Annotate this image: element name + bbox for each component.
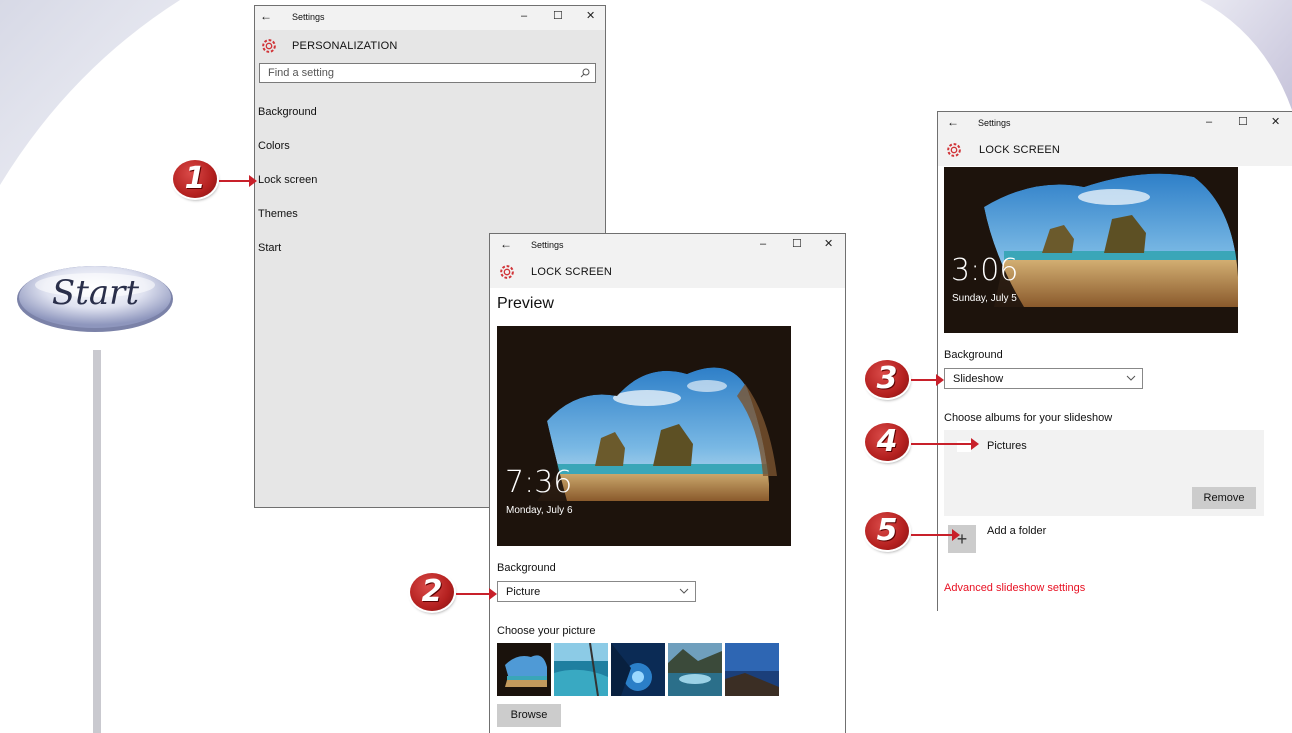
browse-button[interactable]: Browse xyxy=(497,704,561,727)
title-bar: ← Settings – ☐ ✕ xyxy=(938,112,1292,136)
close-button[interactable]: ✕ xyxy=(1271,116,1280,129)
picture-thumbnail-coast[interactable] xyxy=(725,643,779,696)
step-arrow-5 xyxy=(911,529,960,541)
preview-heading: Preview xyxy=(497,295,554,312)
background-dropdown-value: Picture xyxy=(506,586,541,598)
nav-item-colors[interactable]: Colors xyxy=(258,140,290,152)
close-button[interactable]: ✕ xyxy=(824,238,833,251)
remove-button[interactable]: Remove xyxy=(1192,487,1256,509)
picture-thumbnail-underwater[interactable] xyxy=(611,643,665,696)
album-list: Pictures Remove xyxy=(944,430,1264,516)
choose-picture-label: Choose your picture xyxy=(497,625,596,637)
step-arrow-1 xyxy=(219,175,257,187)
title-bar: ← Settings – ☐ ✕ xyxy=(255,6,605,30)
picture-thumbnail-cave[interactable] xyxy=(497,643,551,696)
settings-header: LOCK SCREEN xyxy=(490,258,845,288)
add-folder-label: Add a folder xyxy=(987,525,1047,537)
advanced-slideshow-link[interactable]: Advanced slideshow settings xyxy=(944,582,1085,594)
step-number: 2 xyxy=(421,574,443,609)
step-arrow-4 xyxy=(911,438,979,450)
title-bar: ← Settings – ☐ ✕ xyxy=(490,234,845,258)
step-marker-3: 3 xyxy=(865,360,913,400)
maximize-button[interactable]: ☐ xyxy=(1238,116,1248,129)
nav-item-start[interactable]: Start xyxy=(258,242,281,254)
lock-time: 7:36 xyxy=(505,465,573,500)
step-number: 4 xyxy=(876,424,898,459)
picture-thumbnail-lake[interactable] xyxy=(668,643,722,696)
background-dropdown[interactable]: Picture xyxy=(497,581,696,602)
step-arrow-2 xyxy=(456,588,497,600)
start-label: Start xyxy=(51,273,140,313)
search-placeholder: Find a setting xyxy=(268,67,335,79)
minimize-button[interactable]: – xyxy=(760,238,766,251)
maximize-button[interactable]: ☐ xyxy=(792,238,802,251)
nav-item-background[interactable]: Background xyxy=(258,106,317,118)
album-item-pictures[interactable]: Pictures xyxy=(957,440,1157,456)
back-arrow-icon[interactable]: ← xyxy=(947,115,959,129)
lock-time: 3:06 xyxy=(951,253,1019,288)
search-icon xyxy=(580,68,590,78)
step-number: 1 xyxy=(184,161,206,196)
maximize-button[interactable]: ☐ xyxy=(553,10,563,23)
page-title: LOCK SCREEN xyxy=(979,144,1061,156)
minimize-button[interactable]: – xyxy=(1206,116,1212,129)
add-folder-button[interactable]: + Add a folder xyxy=(944,523,1094,553)
lock-screen-window-slideshow: ← Settings – ☐ ✕ LOCK SCREEN 3:06 Sunday… xyxy=(937,111,1292,611)
nav-item-lock-screen[interactable]: Lock screen xyxy=(258,174,317,186)
page-title: LOCK SCREEN xyxy=(531,266,613,278)
picture-thumbnail-sea[interactable] xyxy=(554,643,608,696)
lock-screen-preview-image: 7:36 Monday, July 6 xyxy=(497,326,791,546)
gear-icon xyxy=(500,265,514,279)
search-input[interactable]: Find a setting xyxy=(259,63,596,83)
step-number: 5 xyxy=(876,513,898,548)
step-marker-1: 1 xyxy=(173,160,221,200)
nav-item-themes[interactable]: Themes xyxy=(258,208,298,220)
step-marker-5: 5 xyxy=(865,512,913,552)
settings-header: LOCK SCREEN xyxy=(938,136,1292,166)
step-marker-4: 4 xyxy=(865,423,913,463)
back-arrow-icon[interactable]: ← xyxy=(500,237,512,251)
album-item-label: Pictures xyxy=(987,440,1027,452)
background-label: Background xyxy=(497,562,556,574)
albums-label: Choose albums for your slideshow xyxy=(944,412,1113,424)
settings-header: PERSONALIZATION xyxy=(255,32,605,62)
window-title: Settings xyxy=(978,118,1011,128)
minimize-button[interactable]: – xyxy=(521,10,527,23)
back-arrow-icon[interactable]: ← xyxy=(260,9,272,23)
step-marker-2: 2 xyxy=(410,573,458,613)
close-button[interactable]: ✕ xyxy=(586,10,595,23)
window-title: Settings xyxy=(531,240,564,250)
gear-icon xyxy=(262,39,276,53)
background-dropdown-value: Slideshow xyxy=(953,373,1004,385)
lock-date: Monday, July 6 xyxy=(506,505,573,516)
window-title: Settings xyxy=(292,12,325,22)
background-label: Background xyxy=(944,349,1003,361)
page-title: PERSONALIZATION xyxy=(292,40,398,52)
step-arrow-3 xyxy=(911,374,944,386)
chevron-down-icon xyxy=(1126,375,1136,381)
step-number: 3 xyxy=(876,361,898,396)
lock-screen-preview-image: 3:06 Sunday, July 5 xyxy=(944,167,1238,333)
background-dropdown[interactable]: Slideshow xyxy=(944,368,1143,389)
gear-icon xyxy=(947,143,961,157)
start-badge: Start xyxy=(14,259,177,337)
chevron-down-icon xyxy=(679,588,689,594)
lock-date: Sunday, July 5 xyxy=(952,293,1017,304)
